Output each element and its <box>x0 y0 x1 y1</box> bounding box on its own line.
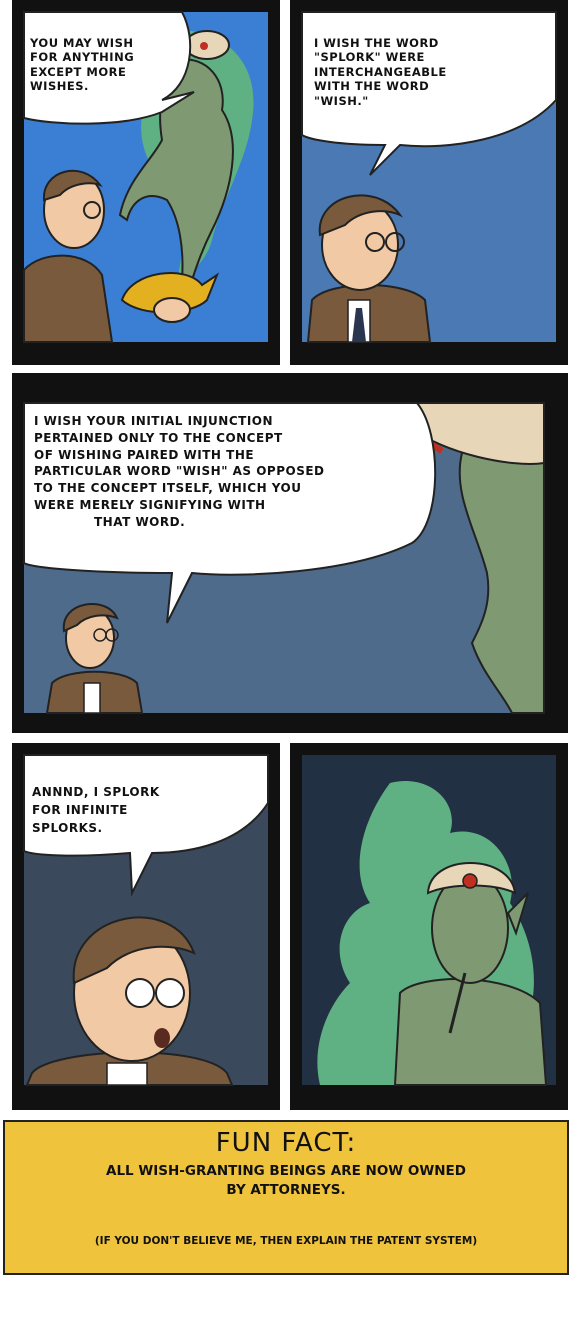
fun-fact-title: FUN FACT: <box>215 1128 357 1158</box>
panel-1: YOU MAY WISH FOR ANYTHING EXCEPT MORE WI… <box>12 0 280 365</box>
panel-2: I WISH THE WORD "SPLORK" WERE INTERCHANG… <box>290 0 568 365</box>
panel-3-speech: I WISH YOUR INITIAL INJUNCTION PERTAINED… <box>34 413 424 531</box>
panel-4: ANNND, I SPLORK FOR INFINITE SPLORKS. <box>12 743 280 1110</box>
speech-line: OF WISHING PAIRED WITH THE <box>34 447 255 462</box>
genie-body <box>393 978 548 1086</box>
speech-line: WITH THE WORD <box>314 79 430 94</box>
speech-line: FOR INFINITE <box>32 803 128 817</box>
panel-5-art <box>302 755 556 1086</box>
speech-line: YOU MAY WISH <box>30 36 134 50</box>
speech-line: SPLORKS. <box>32 821 103 835</box>
panel-1-speech: YOU MAY WISH FOR ANYTHING EXCEPT MORE WI… <box>30 36 180 94</box>
speech-line: "SPLORK" WERE <box>314 50 425 65</box>
speech-line: WERE MERELY SIGNIFYING WITH <box>34 497 266 512</box>
fun-fact-aside: (IF YOU DON'T BELIEVE ME, THEN EXPLAIN T… <box>94 1235 478 1247</box>
speech-line: PARTICULAR WORD "WISH" AS OPPOSED <box>34 464 325 479</box>
man-hand <box>153 297 191 323</box>
fun-fact-box: FUN FACT: ALL WISH-GRANTING BEINGS ARE N… <box>3 1120 569 1275</box>
speech-line: FOR ANYTHING <box>30 50 135 65</box>
speech-line: THAT WORD. <box>94 514 186 529</box>
panel-2-speech: I WISH THE WORD "SPLORK" WERE INTERCHANG… <box>314 36 554 108</box>
speech-line: PERTAINED ONLY TO THE CONCEPT <box>34 430 283 445</box>
speech-line: "WISH." <box>314 93 369 108</box>
fun-fact-body: ALL WISH-GRANTING BEINGS ARE NOW OWNED B… <box>5 1162 567 1200</box>
genie-head <box>431 872 509 984</box>
panel-4-speech: ANNND, I SPLORK FOR INFINITE SPLORKS. <box>32 783 262 837</box>
fun-fact-line-2: BY ATTORNEYS. <box>226 1181 346 1198</box>
fun-fact-line-1: ALL WISH-GRANTING BEINGS ARE NOW OWNED <box>106 1163 466 1179</box>
panel-3: I WISH YOUR INITIAL INJUNCTION PERTAINED… <box>12 373 568 733</box>
speech-line: I WISH THE WORD <box>314 36 439 50</box>
speech-line: WISHES. <box>30 79 89 94</box>
speech-line: EXCEPT MORE <box>30 64 127 79</box>
speech-line: ANNND, I SPLORK <box>32 785 160 799</box>
speech-line: TO THE CONCEPT ITSELF, WHICH YOU <box>34 481 302 496</box>
speech-line: I WISH YOUR INITIAL INJUNCTION <box>34 414 274 428</box>
panel-5 <box>290 743 568 1110</box>
speech-line: INTERCHANGEABLE <box>314 64 447 79</box>
